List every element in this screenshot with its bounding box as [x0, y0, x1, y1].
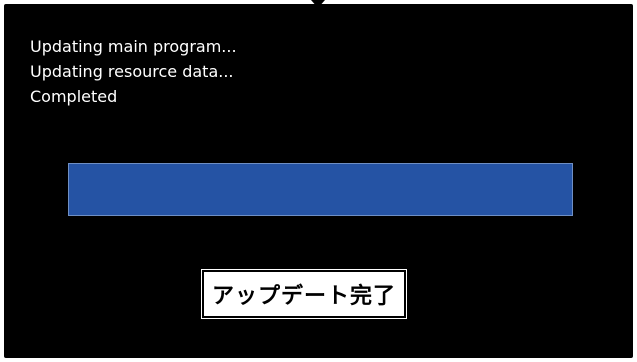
log-line-completed: Completed: [30, 87, 118, 106]
update-progress-fill: [69, 164, 572, 215]
top-notch-marker: [311, 0, 325, 8]
update-progress-bar: [68, 163, 573, 216]
log-line-resource-data: Updating resource data...: [30, 62, 234, 81]
update-log: Updating main program... Updating resour…: [30, 34, 237, 109]
log-line-main-program: Updating main program...: [30, 37, 237, 56]
update-screen: Updating main program... Updating resour…: [4, 4, 633, 358]
update-complete-label: アップデート完了: [212, 284, 397, 309]
update-complete-banner: アップデート完了: [200, 269, 408, 319]
